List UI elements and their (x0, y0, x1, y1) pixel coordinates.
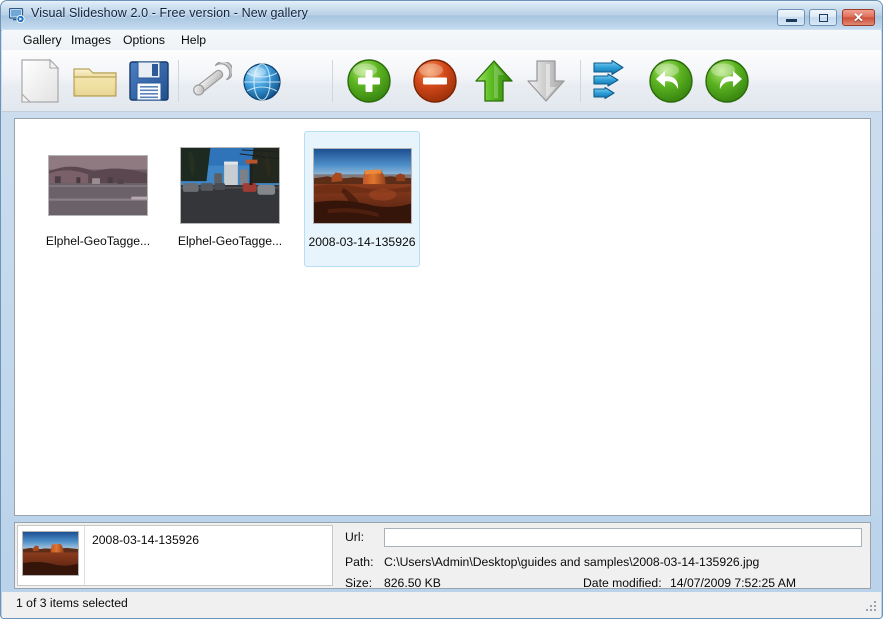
open-gallery-button[interactable] (72, 64, 118, 105)
street-hillside-thumbnail (48, 154, 148, 216)
green-undo-icon (649, 59, 693, 103)
remove-images-button[interactable] (412, 58, 458, 109)
url-label: Url: (345, 530, 364, 544)
path-value: C:\Users\Admin\Desktop\guides and sample… (384, 555, 760, 569)
gallery-thumbnail-panel[interactable]: Elphel-GeoTagge... Elphel-GeoTagge... 20… (14, 118, 871, 516)
publish-button[interactable] (242, 62, 282, 107)
close-button[interactable]: ✕ (842, 9, 875, 26)
new-gallery-button[interactable] (20, 58, 60, 109)
menu-item-gallery[interactable]: Gallery (16, 32, 69, 49)
menu-item-options[interactable]: Options (116, 32, 172, 49)
undo-button[interactable] (648, 58, 694, 109)
selected-file-preview[interactable]: 2008-03-14-135926 (17, 525, 333, 586)
new-document-icon (21, 58, 60, 103)
monument-valley-thumbnail (312, 148, 412, 224)
gallery-item-label: Elphel-GeoTagge... (177, 234, 283, 248)
green-redo-icon (705, 59, 749, 103)
gallery-item[interactable]: Elphel-GeoTagge... (172, 131, 288, 267)
save-gallery-button[interactable] (128, 60, 170, 107)
preview-divider (84, 526, 85, 585)
toolbar-separator (178, 60, 179, 102)
menu-item-images[interactable]: Images (64, 32, 118, 49)
gallery-item-label: Elphel-GeoTagge... (45, 234, 151, 248)
thumbnail-wrap (172, 139, 288, 231)
size-label: Size: (345, 576, 373, 590)
close-icon: ✕ (853, 10, 864, 25)
size-value: 826.50 KB (384, 576, 441, 590)
maximize-button[interactable] (809, 9, 837, 26)
status-text: 1 of 3 items selected (16, 596, 128, 610)
resize-grip-icon[interactable] (865, 600, 877, 612)
window-title: Visual Slideshow 2.0 - Free version - Ne… (31, 6, 309, 20)
move-up-button[interactable] (472, 58, 516, 109)
application-window: Visual Slideshow 2.0 - Free version - Ne… (0, 0, 883, 619)
maximize-icon (818, 13, 828, 22)
gallery-item-selected[interactable]: 2008-03-14-135926 (304, 131, 420, 267)
minimize-icon (785, 18, 797, 22)
selected-file-name: 2008-03-14-135926 (92, 533, 200, 547)
add-images-button[interactable] (346, 58, 392, 109)
gray-down-arrow-icon (527, 60, 565, 102)
move-down-button[interactable] (524, 58, 568, 109)
settings-button[interactable] (186, 60, 234, 107)
menu-item-help[interactable]: Help (174, 32, 213, 49)
sort-button[interactable] (590, 59, 632, 107)
blue-sort-arrows-icon (593, 59, 624, 100)
status-bar: 1 of 3 items selected (2, 592, 881, 618)
path-label: Path: (345, 555, 374, 569)
globe-icon (243, 63, 281, 101)
city-street-thumbnail (180, 146, 280, 224)
gallery-item[interactable]: Elphel-GeoTagge... (40, 131, 156, 267)
toolbar-separator (332, 60, 333, 102)
minimize-button[interactable] (777, 9, 805, 26)
title-bar[interactable]: Visual Slideshow 2.0 - Free version - Ne… (1, 1, 882, 31)
thumbnail-wrap (40, 139, 156, 231)
green-plus-circle-icon (347, 59, 391, 103)
url-input[interactable] (384, 528, 862, 547)
monument-valley-thumbnail-small (22, 531, 79, 576)
date-modified-label: Date modified: (583, 576, 662, 590)
wrench-icon (193, 60, 234, 96)
red-minus-circle-icon (413, 59, 457, 103)
gallery-item-label: 2008-03-14-135926 (308, 235, 416, 249)
slideshow-app-icon (9, 8, 25, 23)
open-folder-icon (73, 68, 117, 97)
toolbar: Publish (2, 50, 881, 136)
date-modified-value: 14/07/2009 7:52:25 AM (670, 576, 797, 590)
menu-bar: Gallery Images Options Help (2, 30, 881, 51)
toolbar-separator (580, 60, 581, 102)
green-up-arrow-icon (475, 60, 513, 102)
thumbnail-wrap (305, 140, 419, 232)
redo-button[interactable] (704, 58, 750, 109)
save-floppy-icon (129, 61, 169, 101)
